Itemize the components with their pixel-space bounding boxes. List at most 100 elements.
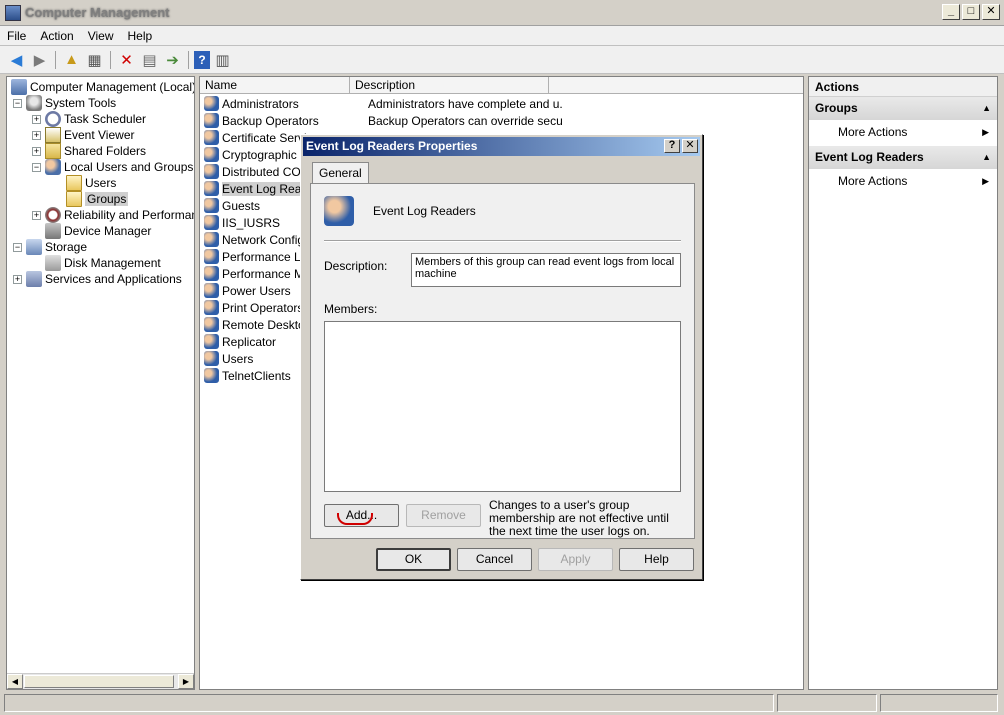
tree-item-task-scheduler[interactable]: + Task Scheduler bbox=[32, 111, 146, 127]
delete-icon[interactable]: ✕ bbox=[116, 49, 137, 70]
more-actions-groups[interactable]: More Actions ▶ bbox=[809, 122, 997, 142]
group-icon bbox=[204, 300, 219, 315]
expand-icon[interactable]: + bbox=[32, 146, 41, 156]
tree-item-groups[interactable]: Groups bbox=[66, 191, 129, 207]
group-name: Backup Operators bbox=[222, 113, 319, 128]
section-title: Event Log Readers bbox=[815, 150, 924, 164]
apply-button[interactable]: Apply bbox=[538, 548, 613, 571]
ok-button[interactable]: OK bbox=[376, 548, 451, 571]
general-tab-panel: Event Log Readers Description: Members o… bbox=[310, 183, 695, 539]
cancel-button[interactable]: Cancel bbox=[457, 548, 532, 571]
event-viewer-icon bbox=[45, 127, 61, 143]
list-item[interactable]: Administrators Administrators have comple… bbox=[204, 95, 794, 112]
tree-item-system-tools[interactable]: − System Tools bbox=[13, 95, 116, 111]
computer-management-icon bbox=[5, 4, 21, 21]
scrollbar-thumb[interactable] bbox=[24, 675, 174, 688]
group-icon bbox=[204, 113, 219, 128]
tools-icon bbox=[26, 95, 42, 111]
toolbar-separator bbox=[110, 50, 111, 69]
group-icon bbox=[204, 164, 219, 179]
minimize-button[interactable]: _ bbox=[942, 4, 960, 20]
scroll-right-icon[interactable]: ▶ bbox=[178, 674, 194, 689]
group-name: Event Log Readers bbox=[373, 204, 476, 218]
tree-item-disk-management[interactable]: Disk Management bbox=[45, 255, 161, 271]
divider bbox=[324, 240, 681, 242]
tree-item-shared-folders[interactable]: + Shared Folders bbox=[32, 143, 146, 159]
menu-view[interactable]: View bbox=[81, 26, 121, 46]
tree-item-users[interactable]: Users bbox=[66, 175, 116, 191]
members-label: Members: bbox=[324, 302, 378, 316]
tree-item-computer-management[interactable]: Computer Management (Local) bbox=[11, 79, 194, 95]
maximize-button[interactable]: □ bbox=[962, 4, 980, 20]
properties-dialog: Event Log Readers Properties ? ✕ General… bbox=[300, 134, 703, 580]
tree-item-services-and-applications[interactable]: + Services and Applications bbox=[13, 271, 182, 287]
description-label: Description: bbox=[324, 259, 388, 273]
tree-item-storage[interactable]: − Storage bbox=[13, 239, 87, 255]
console-tree: Computer Management (Local) − System Too… bbox=[6, 76, 195, 690]
menu-file[interactable]: File bbox=[0, 26, 33, 46]
expand-icon[interactable]: + bbox=[32, 130, 41, 140]
add-button[interactable]: Add... bbox=[324, 504, 399, 527]
tree-item-event-viewer[interactable]: + Event Viewer bbox=[32, 127, 134, 143]
help-button[interactable]: Help bbox=[619, 548, 694, 571]
actions-section-event-log-readers[interactable]: Event Log Readers ▲ bbox=[809, 146, 997, 169]
dialog-title-buttons: ? ✕ bbox=[664, 139, 698, 153]
tab-general[interactable]: General bbox=[312, 162, 369, 184]
gauge-icon bbox=[45, 207, 61, 223]
help-icon[interactable]: ? bbox=[194, 50, 210, 69]
expand-icon[interactable]: + bbox=[32, 210, 41, 220]
section-title: Groups bbox=[815, 101, 858, 115]
group-icon bbox=[204, 147, 219, 162]
menu-action[interactable]: Action bbox=[33, 26, 80, 46]
collapse-up-icon[interactable]: ▲ bbox=[982, 146, 991, 169]
actions-pane: Actions Groups ▲ More Actions ▶ Event Lo… bbox=[808, 76, 998, 690]
tree-item-label: Services and Applications bbox=[45, 272, 182, 286]
dialog-close-button[interactable]: ✕ bbox=[682, 139, 698, 153]
list-item[interactable]: Backup Operators Backup Operators can ove… bbox=[204, 112, 794, 129]
collapse-icon[interactable]: − bbox=[32, 162, 41, 172]
submenu-arrow-icon: ▶ bbox=[982, 176, 989, 186]
toolbar-separator bbox=[55, 50, 56, 69]
folder-icon bbox=[66, 191, 82, 207]
actions-section-groups[interactable]: Groups ▲ bbox=[809, 97, 997, 120]
collapse-icon[interactable]: − bbox=[13, 242, 22, 252]
toolbar: ◀ ▶ ▲ ▦ ✕ ▤ ➔ ? ▥ bbox=[0, 46, 1004, 74]
show-hide-tree-icon[interactable]: ▦ bbox=[84, 49, 105, 70]
column-header-name[interactable]: Name bbox=[200, 77, 350, 94]
back-icon[interactable]: ◀ bbox=[6, 49, 27, 70]
collapse-up-icon[interactable]: ▲ bbox=[982, 97, 991, 120]
scroll-left-icon[interactable]: ◀ bbox=[7, 674, 23, 689]
tree-item-local-users-and-groups[interactable]: − Local Users and Groups bbox=[32, 159, 193, 175]
group-icon bbox=[204, 266, 219, 281]
collapse-icon[interactable]: − bbox=[13, 98, 22, 108]
column-header-description[interactable]: Description bbox=[350, 77, 549, 94]
close-button[interactable]: ✕ bbox=[982, 4, 1000, 20]
submenu-arrow-icon: ▶ bbox=[982, 127, 989, 137]
action-label: More Actions bbox=[838, 174, 908, 188]
menu-help[interactable]: Help bbox=[121, 26, 160, 46]
up-folder-icon[interactable]: ▲ bbox=[61, 49, 82, 70]
group-icon bbox=[204, 334, 219, 349]
remove-button[interactable]: Remove bbox=[406, 504, 481, 527]
context-help-button[interactable]: ? bbox=[664, 139, 680, 153]
description-field[interactable]: Members of this group can read event log… bbox=[411, 253, 681, 287]
forward-icon[interactable]: ▶ bbox=[29, 49, 50, 70]
properties-icon[interactable]: ▤ bbox=[139, 49, 160, 70]
tree-item-device-manager[interactable]: Device Manager bbox=[45, 223, 151, 239]
tree-horizontal-scrollbar[interactable]: ◀ ▶ bbox=[7, 673, 194, 689]
disk-icon bbox=[45, 255, 61, 271]
tree-item-label: Shared Folders bbox=[64, 144, 147, 158]
export-list-icon[interactable]: ➔ bbox=[162, 49, 183, 70]
users-icon bbox=[45, 159, 61, 175]
clock-icon bbox=[45, 111, 61, 127]
device-manager-icon bbox=[45, 223, 61, 239]
expand-icon[interactable]: + bbox=[13, 274, 22, 284]
members-list[interactable] bbox=[324, 321, 681, 492]
tree-item-label: Disk Management bbox=[64, 256, 161, 270]
expand-icon[interactable]: + bbox=[32, 114, 41, 124]
membership-note: Changes to a user's group membership are… bbox=[489, 498, 669, 538]
tree-item-reliability-and-performance[interactable]: + Reliability and Performanc bbox=[32, 207, 194, 223]
group-icon bbox=[204, 96, 219, 111]
more-actions-event-log-readers[interactable]: More Actions ▶ bbox=[809, 171, 997, 191]
show-hide-action-pane-icon[interactable]: ▥ bbox=[212, 49, 233, 70]
